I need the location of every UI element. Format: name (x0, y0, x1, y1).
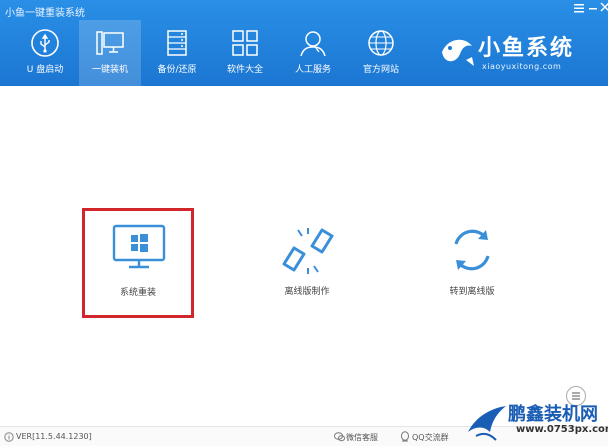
feature-label: 离线版制作 (284, 287, 330, 297)
tab-label: 人工服务 (294, 65, 331, 75)
globe-icon (366, 28, 396, 58)
qq-icon (401, 431, 409, 442)
tab-one-click-install[interactable]: 一键装机 (79, 20, 141, 86)
switch-offline-button[interactable]: 转到离线版 (424, 224, 520, 304)
brand-logo: 小鱼系统 xiaoyuxitong.com (438, 24, 604, 80)
windows-monitor-icon (112, 224, 166, 269)
tab-label: 官方网站 (362, 65, 399, 75)
link-broken-icon (282, 228, 334, 274)
tab-label: 备份/还原 (157, 65, 197, 75)
wechat-support-link[interactable]: 微信客服 (346, 432, 378, 443)
offline-build-button[interactable]: 离线版制作 (262, 224, 352, 304)
tab-label: U 盘启动 (26, 65, 64, 75)
brand-url: xiaoyuxitong.com (482, 62, 562, 71)
watermark: 鹏鑫装机网 www.0753px.com (466, 400, 608, 446)
tab-backup-restore[interactable]: 备份/还原 (146, 20, 208, 86)
monitor-icon (95, 28, 125, 58)
tab-label: 软件大全 (226, 65, 263, 75)
backup-icon (162, 28, 192, 58)
watermark-name: 鹏鑫装机网 (508, 404, 598, 425)
tab-usb-boot[interactable]: U 盘启动 (14, 20, 76, 86)
bird-logo-icon (468, 406, 506, 441)
tab-label: 一键装机 (91, 65, 128, 75)
tab-software[interactable]: 软件大全 (214, 20, 276, 86)
window-title: 小鱼一键重装系统 (5, 8, 85, 19)
menu-icon[interactable] (572, 2, 586, 16)
qq-group-link[interactable]: QQ交流群 (412, 432, 449, 443)
watermark-url: www.0753px.com (516, 424, 608, 435)
close-icon[interactable] (598, 2, 608, 16)
refresh-icon (454, 229, 490, 271)
version-text: VER[11.5.44.1230] (16, 432, 92, 441)
header-bar: 小鱼一键重装系统 U 盘启动 一键装机 备份/还原 软件大全 人工服务 官方网站… (0, 0, 608, 86)
usb-icon (30, 28, 60, 58)
tab-official-site[interactable]: 官方网站 (350, 20, 412, 86)
feature-label: 系统重装 (119, 288, 156, 298)
support-icon (298, 28, 328, 58)
grid-icon (230, 28, 260, 58)
app-window: 小鱼一键重装系统 U 盘启动 一键装机 备份/还原 软件大全 人工服务 官方网站… (0, 0, 608, 446)
info-icon (4, 432, 14, 442)
wechat-icon (334, 432, 345, 442)
system-reinstall-button[interactable]: 系统重装 (82, 208, 194, 318)
tab-support[interactable]: 人工服务 (282, 20, 344, 86)
fish-logo-icon (442, 39, 474, 66)
feature-label: 转到离线版 (449, 287, 495, 297)
brand-name: 小鱼系统 (478, 36, 575, 61)
